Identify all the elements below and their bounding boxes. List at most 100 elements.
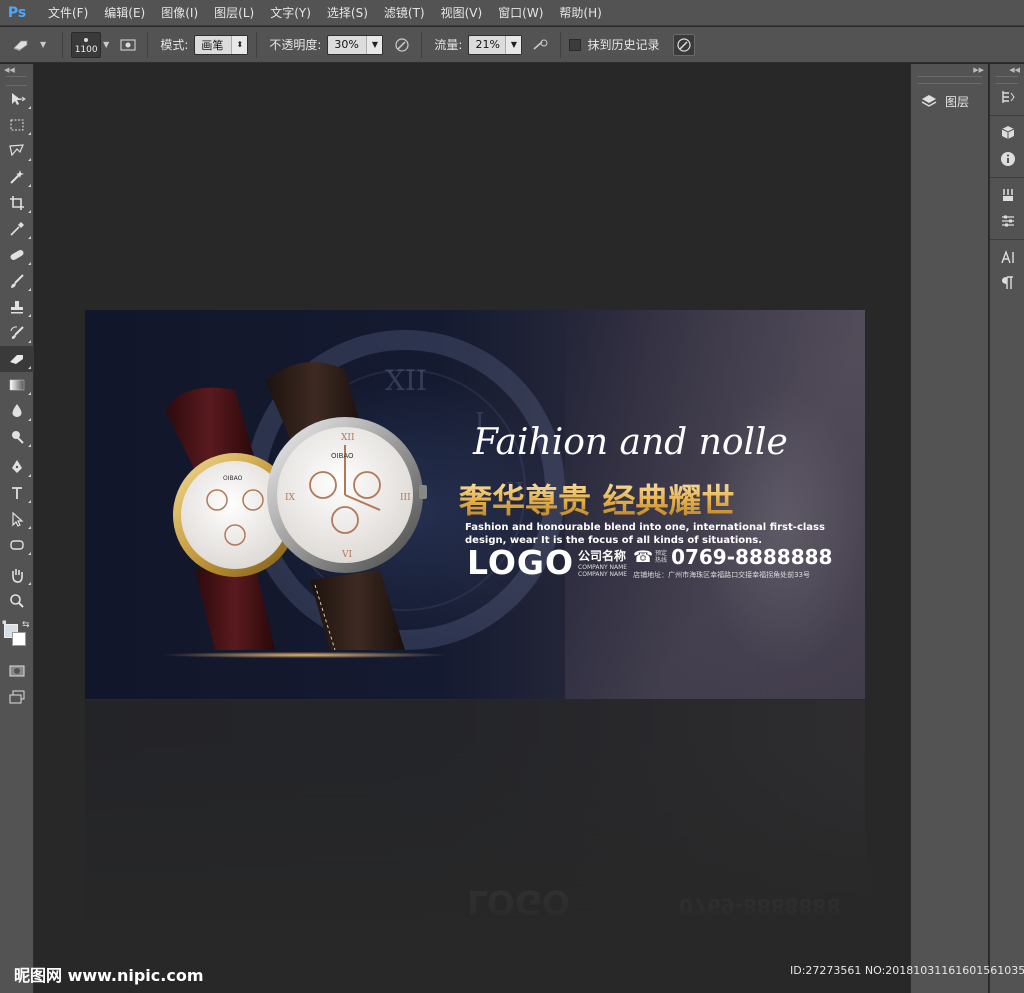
phone-number: 0769-8888888: [671, 544, 833, 569]
pilcrow-icon: [1001, 276, 1013, 289]
background-color[interactable]: [12, 632, 26, 646]
healing-brush-tool[interactable]: [0, 242, 34, 268]
menu-window[interactable]: 窗口(W): [490, 0, 551, 26]
dodge-tool[interactable]: [0, 424, 34, 450]
blur-tool[interactable]: [0, 398, 34, 424]
move-tool[interactable]: [0, 86, 34, 112]
airbrush-button[interactable]: [530, 34, 552, 56]
path-selection-tool[interactable]: [0, 506, 34, 532]
floor-light-glow: [125, 650, 485, 660]
opacity-label: 不透明度:: [269, 38, 322, 52]
brush-tool[interactable]: [0, 268, 34, 294]
layers-dock: ▶▶ 图层: [910, 64, 988, 993]
swap-colors-icon[interactable]: ⇆: [22, 620, 30, 630]
menu-items: 文件(F) 编辑(E) 图像(I) 图层(L) 文字(Y) 选择(S) 滤镜(T…: [40, 0, 610, 26]
reflection-logo: LOGO: [467, 883, 571, 922]
eyedropper-tool[interactable]: [0, 216, 34, 242]
character-panel-button[interactable]: [990, 244, 1024, 270]
panel-grip[interactable]: [6, 76, 27, 86]
eyedropper-icon: [10, 222, 24, 236]
panel-grip[interactable]: [996, 76, 1018, 84]
menu-view[interactable]: 视图(V): [433, 0, 491, 26]
eraser-tool-preset[interactable]: [4, 31, 38, 59]
separator: [147, 31, 149, 58]
company-block: 公司名称 COMPANY NAME COMPANY NAME: [578, 547, 627, 578]
opacity-field[interactable]: 30% ▼: [327, 34, 384, 55]
clone-stamp-tool[interactable]: [0, 294, 34, 320]
gold-watch-brand: OIBAO: [223, 475, 243, 482]
silver-watch-brand: OIBAO: [331, 452, 354, 460]
color-panel-button[interactable]: [990, 120, 1024, 146]
menu-select[interactable]: 选择(S): [319, 0, 376, 26]
history-panel-button[interactable]: [990, 84, 1024, 110]
lasso-tool[interactable]: [0, 138, 34, 164]
chevron-down-icon[interactable]: ▼: [505, 35, 522, 54]
options-bar: ▼ 1100 ▼ 模式: 画笔 ⬍ 不透明度: 30% ▼ 流量: 21% ▼ …: [0, 27, 1024, 63]
gradient-tool[interactable]: [0, 372, 34, 398]
brush-panel-button[interactable]: [117, 34, 139, 56]
opacity-pressure-button[interactable]: [391, 34, 413, 56]
type-tool[interactable]: [0, 480, 34, 506]
brush-presets-button[interactable]: [990, 182, 1024, 208]
default-colors-icon[interactable]: ▪: [2, 618, 7, 626]
erase-to-history-label: 抹到历史记录: [587, 38, 660, 52]
menu-filter[interactable]: 滤镜(T): [376, 0, 433, 26]
marquee-tool[interactable]: [0, 112, 34, 138]
panel-grip[interactable]: [917, 76, 982, 84]
crop-tool[interactable]: [0, 190, 34, 216]
flow-field[interactable]: 21% ▼: [468, 34, 523, 55]
brush-size-value: 1100: [74, 44, 98, 55]
chevron-down-icon[interactable]: ▼: [366, 35, 383, 54]
chevron-updown-icon: ⬍: [231, 35, 248, 54]
document-canvas[interactable]: XII I II: [85, 310, 865, 699]
company-name-en-1: COMPANY NAME: [578, 563, 628, 571]
brush-icon: [11, 274, 24, 288]
adjustments-panel-button[interactable]: [990, 208, 1024, 234]
brush-caret-icon[interactable]: ▼: [103, 40, 109, 49]
screen-mode-button[interactable]: [0, 684, 34, 710]
history-icon: [1001, 91, 1015, 103]
preset-caret-icon[interactable]: ▼: [40, 40, 46, 49]
character-icon: [1000, 249, 1014, 264]
menu-help[interactable]: 帮助(H): [551, 0, 609, 26]
separator: [256, 31, 258, 58]
eraser-tool[interactable]: [0, 346, 34, 372]
pen-tool[interactable]: [0, 454, 34, 480]
rounded-rect-icon: [10, 540, 24, 550]
mode-select[interactable]: 画笔 ⬍: [194, 34, 249, 55]
pressure-size-icon: [677, 37, 692, 52]
logo-text: LOGO: [467, 542, 575, 582]
size-pressure-button[interactable]: [673, 33, 696, 56]
collapse-icon[interactable]: ◀◀: [0, 64, 33, 76]
flow-value: 21%: [475, 38, 500, 51]
zoom-tool[interactable]: [0, 588, 34, 614]
menu-layer[interactable]: 图层(L): [206, 0, 262, 26]
brush-size-picker[interactable]: 1100: [71, 31, 102, 58]
separator: [560, 31, 562, 58]
history-brush-tool[interactable]: [0, 320, 34, 346]
stamp-icon: [11, 301, 23, 314]
paragraph-panel-button[interactable]: [990, 270, 1024, 296]
quick-mask-button[interactable]: [0, 658, 34, 684]
expand-icon[interactable]: ◀◀: [990, 64, 1024, 76]
zoom-icon: [10, 594, 24, 608]
menu-file[interactable]: 文件(F): [40, 0, 96, 26]
erase-to-history-checkbox[interactable]: [569, 38, 582, 51]
canvas-reflection: LOGO 0769-8888888: [85, 700, 865, 930]
shape-tool[interactable]: [0, 532, 34, 558]
layers-panel-tab[interactable]: 图层: [911, 88, 988, 114]
menu-image[interactable]: 图像(I): [153, 0, 206, 26]
menu-type[interactable]: 文字(Y): [262, 0, 319, 26]
crop-icon: [10, 196, 24, 210]
magic-wand-tool[interactable]: [0, 164, 34, 190]
tools-panel: ◀◀ ⇆ ▪: [0, 64, 34, 993]
brush-panel-icon: [120, 39, 136, 50]
watermark-left: 昵图网 www.nipic.com: [14, 966, 204, 985]
info-panel-button[interactable]: [990, 146, 1024, 172]
expand-icon[interactable]: ▶▶: [911, 64, 988, 76]
color-swatches[interactable]: ⇆ ▪: [0, 618, 34, 658]
menu-edit[interactable]: 编辑(E): [96, 0, 153, 26]
hand-tool[interactable]: [0, 562, 34, 588]
opacity-value: 30%: [334, 38, 359, 51]
canvas-area[interactable]: XII I II: [35, 64, 909, 993]
